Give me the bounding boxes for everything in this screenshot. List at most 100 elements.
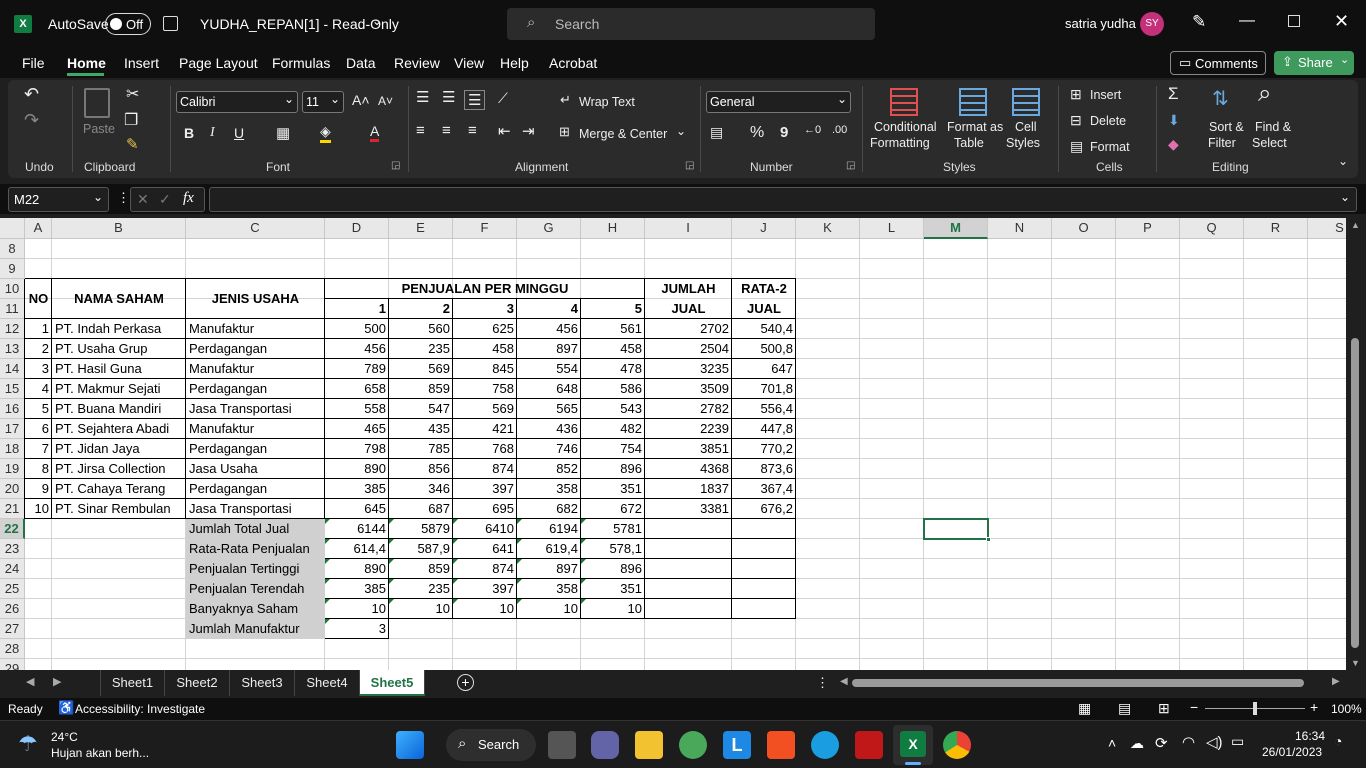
wrap-text-icon[interactable]: ↵	[560, 92, 571, 108]
weather-desc[interactable]: Hujan akan berh...	[51, 746, 149, 760]
wrap-text-button[interactable]: Wrap Text	[579, 95, 635, 109]
tab-sheet2[interactable]: Sheet2	[165, 670, 230, 696]
row-header[interactable]: 26	[0, 599, 25, 619]
zoom-thumb[interactable]	[1253, 702, 1257, 715]
column-header[interactable]: O	[1052, 218, 1116, 239]
menu-acrobat[interactable]: Acrobat	[549, 55, 597, 71]
menu-data[interactable]: Data	[346, 55, 376, 71]
cancel-icon[interactable]: ✕	[137, 191, 149, 208]
menu-file[interactable]: File	[22, 55, 45, 71]
tab-sheet1[interactable]: Sheet1	[100, 670, 165, 696]
fill-icon[interactable]: ⬇	[1168, 112, 1180, 129]
merge-icon[interactable]: ⊞	[559, 124, 570, 140]
row-header[interactable]: 15	[0, 379, 25, 399]
spreadsheet-grid[interactable]: A B C D E F G H I J K L M N O P Q R S 8 9 10 11 12 13 14 15 16 17 18 1…	[0, 218, 1346, 670]
sort-filter-label2[interactable]: Filter	[1208, 136, 1236, 150]
clock-date[interactable]: 26/01/2023	[1262, 745, 1322, 759]
row-header[interactable]: 28	[0, 639, 25, 659]
find-select-icon[interactable]: ⌕	[1258, 80, 1271, 108]
autosum-icon[interactable]: Σ	[1168, 84, 1179, 104]
search-box[interactable]: ⌕ Search	[507, 8, 875, 40]
comma-button[interactable]: 9	[780, 124, 788, 141]
cell-styles-label1[interactable]: Cell	[1015, 120, 1037, 134]
scroll-down-icon[interactable]: ▼	[1351, 658, 1360, 668]
selected-cell[interactable]	[923, 518, 989, 540]
fill-handle[interactable]	[986, 537, 991, 542]
row-header[interactable]: 19	[0, 459, 25, 479]
increase-indent-icon[interactable]: ⇥	[522, 122, 535, 140]
row-header[interactable]: 18	[0, 439, 25, 459]
save-icon[interactable]	[163, 16, 178, 31]
undo-icon[interactable]: ↶	[24, 84, 39, 105]
tab-sheet3[interactable]: Sheet3	[230, 670, 295, 696]
pen-icon[interactable]: ✎	[1192, 12, 1206, 32]
windows-start-icon[interactable]	[396, 731, 424, 759]
column-header[interactable]: F	[453, 218, 517, 239]
page-layout-view-icon[interactable]: ▤	[1118, 700, 1131, 717]
align-center-icon[interactable]: ≡	[442, 122, 451, 139]
volume-icon[interactable]: ◁)	[1206, 733, 1223, 751]
row-header[interactable]: 9	[0, 259, 25, 279]
formula-input[interactable]: ⌄	[209, 187, 1357, 212]
sort-filter-icon[interactable]: ⇅	[1212, 86, 1229, 111]
copy-icon[interactable]: ❐	[124, 110, 138, 130]
chevron-up-icon[interactable]: ˄	[1108, 735, 1116, 751]
font-size-select[interactable]: 11 ⌄	[302, 91, 344, 113]
column-header[interactable]: H	[581, 218, 645, 239]
column-header[interactable]: B	[52, 218, 186, 239]
italic-button[interactable]: I	[210, 125, 215, 141]
menu-home[interactable]: Home	[67, 55, 106, 71]
teams-chat-icon[interactable]	[591, 731, 619, 759]
column-header[interactable]: C	[186, 218, 325, 239]
sort-filter-label1[interactable]: Sort &	[1209, 120, 1244, 134]
zoom-slider[interactable]	[1205, 702, 1305, 715]
chrome-icon[interactable]	[943, 731, 971, 759]
underline-button[interactable]: U	[234, 125, 244, 141]
row-header[interactable]: 24	[0, 559, 25, 579]
weather-temp[interactable]: 24°C	[51, 730, 78, 744]
notification-icon[interactable]: ◔	[1334, 733, 1342, 749]
column-header[interactable]: G	[517, 218, 581, 239]
sync-icon[interactable]: ⟳	[1155, 734, 1168, 752]
cell-styles-label2[interactable]: Styles	[1006, 136, 1040, 150]
column-header[interactable]: K	[796, 218, 860, 239]
comments-button[interactable]: ▭ Comments	[1170, 51, 1266, 75]
page-break-view-icon[interactable]: ⊞	[1158, 700, 1170, 717]
insert-cells-button[interactable]: Insert	[1090, 88, 1121, 102]
hscroll-thumb[interactable]	[852, 679, 1304, 687]
delete-cells-icon[interactable]: ⊟	[1070, 112, 1082, 129]
next-sheet-icon[interactable]: ▶	[53, 675, 61, 688]
weather-icon[interactable]: ☂	[18, 731, 38, 757]
accessibility-status[interactable]: Accessibility: Investigate	[75, 702, 205, 716]
fill-color-icon[interactable]: ◈	[320, 123, 331, 143]
clear-icon[interactable]: ◆	[1168, 136, 1179, 153]
battery-icon[interactable]: ▭	[1231, 733, 1244, 750]
zoom-in-icon[interactable]: +	[1310, 699, 1318, 715]
scroll-right-icon[interactable]: ▶	[1332, 676, 1340, 687]
zoom-level[interactable]: 100%	[1331, 702, 1362, 716]
microsoft-store-icon[interactable]	[767, 731, 795, 759]
wifi-icon[interactable]: ◠	[1182, 733, 1195, 751]
find-select-label2[interactable]: Select	[1252, 136, 1287, 150]
network-app-icon[interactable]	[679, 731, 707, 759]
middle-align-icon[interactable]: ☰	[442, 88, 455, 106]
prev-sheet-icon[interactable]: ◀	[26, 675, 34, 688]
font-color-icon[interactable]: A	[370, 123, 380, 142]
function-icon[interactable]: fx	[183, 190, 194, 207]
file-title[interactable]: YUDHA_REPAN[1] - Read-Only	[200, 16, 399, 32]
format-as-table-icon[interactable]	[959, 88, 987, 116]
row-header[interactable]: 23	[0, 539, 25, 559]
conditional-formatting-label1[interactable]: Conditional	[874, 120, 937, 134]
avatar[interactable]: SY	[1140, 12, 1164, 36]
row-header[interactable]: 22	[0, 519, 25, 539]
decrease-decimal-icon[interactable]: .00	[832, 124, 847, 136]
find-select-label1[interactable]: Find &	[1255, 120, 1291, 134]
format-cells-icon[interactable]: ▤	[1070, 138, 1083, 155]
name-box[interactable]: M22 ⌄	[8, 187, 109, 212]
row-header[interactable]: 11	[0, 299, 25, 319]
horizontal-scrollbar[interactable]: ◀ ▶	[838, 674, 1346, 692]
autosave-toggle[interactable]: Off	[105, 13, 151, 35]
zoom-out-icon[interactable]: −	[1190, 699, 1198, 715]
row-header[interactable]: 10	[0, 279, 25, 299]
column-header[interactable]: I	[645, 218, 732, 239]
